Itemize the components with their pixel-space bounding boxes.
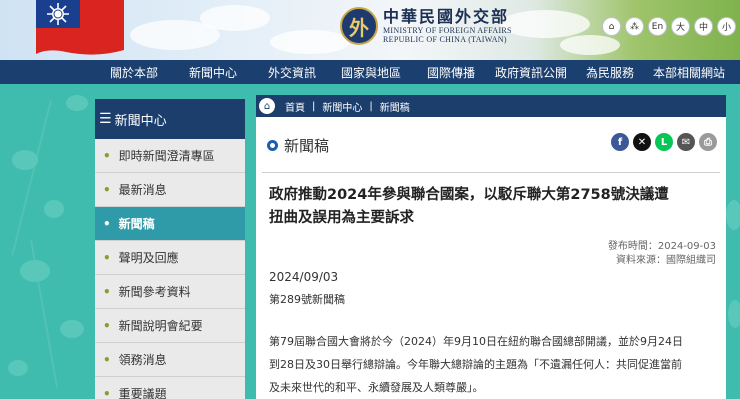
main-nav: 關於本部 新聞中心 外交資訊 國家與地區 國際傳播 政府資訊公開 為民服務 本部… <box>0 60 740 84</box>
sidebar: ☰ 新聞中心 • 即時新聞澄清專區 • 最新消息 • 新聞稿 • 聲明及回應 • 新聞參考… <box>95 99 245 399</box>
bullet-icon: • <box>103 182 111 197</box>
menu-icon: ☰ <box>99 111 112 127</box>
nav-international[interactable]: 國際傳播 <box>427 64 475 81</box>
mail-icon[interactable]: ✉ <box>677 133 695 151</box>
bullet-icon: • <box>103 318 111 333</box>
sidebar-item-statements[interactable]: • 聲明及回應 <box>95 241 245 275</box>
share-buttons: f ✕ L ✉ ⎙ <box>611 133 717 151</box>
font-medium-button[interactable]: 中 <box>694 17 713 36</box>
main-content: ⌂ 首頁 | 新聞中心 | 新聞稿 新聞稿 f ✕ L ✉ ⎙ 政府推動2024… <box>256 95 726 399</box>
home-icon[interactable]: ⌂ <box>259 98 275 114</box>
font-small-button[interactable]: 小 <box>717 17 736 36</box>
paragraph-line: 及未來世代的和平、永續發展及人類尊嚴」。 <box>269 381 484 394</box>
release-number: 第289號新聞稿 <box>269 293 345 306</box>
sidebar-item-reference[interactable]: • 新聞參考資料 <box>95 275 245 309</box>
sitemap-icon[interactable]: ⁂ <box>625 17 644 36</box>
bullet-icon: • <box>103 352 111 367</box>
logo-subtitle-1: MINISTRY OF FOREIGN AFFAIRS <box>383 26 512 35</box>
paragraph-line: 到28日及30日舉行總辯論。今年聯大總辯論的主題為「不遺漏任何人：共同促進當前 <box>269 358 682 371</box>
article-date: 2024/09/03 <box>269 270 339 284</box>
nav-news[interactable]: 新聞中心 <box>189 64 237 81</box>
site-header: 外 中華民國外交部 MINISTRY OF FOREIGN AFFAIRS RE… <box>0 0 740 60</box>
sidebar-item-latest-news[interactable]: • 最新消息 <box>95 173 245 207</box>
nav-about[interactable]: 關於本部 <box>110 64 158 81</box>
font-large-button[interactable]: 大 <box>671 17 690 36</box>
sidebar-item-issues[interactable]: • 重要議題 <box>95 377 245 399</box>
sidebar-item-clarification[interactable]: • 即時新聞澄清專區 <box>95 139 245 173</box>
sidebar-title-label: 新聞中心 <box>114 113 167 129</box>
bullet-icon: • <box>103 284 111 299</box>
language-en-button[interactable]: En <box>648 17 667 36</box>
bullet-icon: • <box>103 386 111 399</box>
breadcrumb-home[interactable]: 首頁 <box>285 99 305 114</box>
breadcrumb-separator: | <box>369 100 373 112</box>
publish-time: 發布時間：2024-09-03 <box>607 241 716 252</box>
circle-bullet-icon <box>267 140 278 151</box>
sidebar-item-briefing[interactable]: • 新聞說明會紀要 <box>95 309 245 343</box>
source: 資料來源：國際組織司 <box>616 255 716 266</box>
bullet-icon: • <box>103 216 111 231</box>
sidebar-title[interactable]: ☰ 新聞中心 <box>95 99 245 139</box>
divider <box>262 172 720 173</box>
logo-subtitle-2: REPUBLIC OF CHINA (TAIWAN) <box>383 35 507 44</box>
print-icon[interactable]: ⎙ <box>699 133 717 151</box>
nav-foreign-info[interactable]: 外交資訊 <box>268 64 316 81</box>
nav-services[interactable]: 為民服務 <box>586 64 634 81</box>
nav-gov-info[interactable]: 政府資訊公開 <box>495 64 567 81</box>
breadcrumb-separator: | <box>312 100 316 112</box>
nav-countries[interactable]: 國家與地區 <box>341 64 401 81</box>
breadcrumb-news-center[interactable]: 新聞中心 <box>322 99 362 114</box>
mofa-seal-icon: 外 <box>340 7 378 45</box>
home-icon[interactable]: ⌂ <box>602 17 621 36</box>
paragraph-line: 第79屆聯合國大會將於今（2024）年9月10日在紐約聯合國總部開議，並於9月2… <box>269 335 683 348</box>
bullet-icon: • <box>103 148 111 163</box>
mofa-logo[interactable]: 外 中華民國外交部 MINISTRY OF FOREIGN AFFAIRS RE… <box>340 7 512 45</box>
breadcrumb: ⌂ 首頁 | 新聞中心 | 新聞稿 <box>256 95 726 117</box>
article-headline: 政府推動2024年參與聯合國案，以駁斥聯大第2758號決議遭 扭曲及誤用為主要訴… <box>269 187 669 226</box>
sidebar-item-press-release[interactable]: • 新聞稿 <box>95 207 245 241</box>
bullet-icon: • <box>103 250 111 265</box>
facebook-icon[interactable]: f <box>611 133 629 151</box>
logo-title: 中華民國外交部 <box>383 7 510 26</box>
nav-related-sites[interactable]: 本部相關網站 <box>653 64 725 81</box>
x-icon[interactable]: ✕ <box>633 133 651 151</box>
roc-flag-image <box>36 0 124 55</box>
line-icon[interactable]: L <box>655 133 673 151</box>
header-tools: ⌂ ⁂ En 大 中 小 <box>602 17 736 36</box>
sidebar-item-consular[interactable]: • 領務消息 <box>95 343 245 377</box>
breadcrumb-press-release[interactable]: 新聞稿 <box>380 99 410 114</box>
page-title: 新聞稿 <box>267 135 329 156</box>
